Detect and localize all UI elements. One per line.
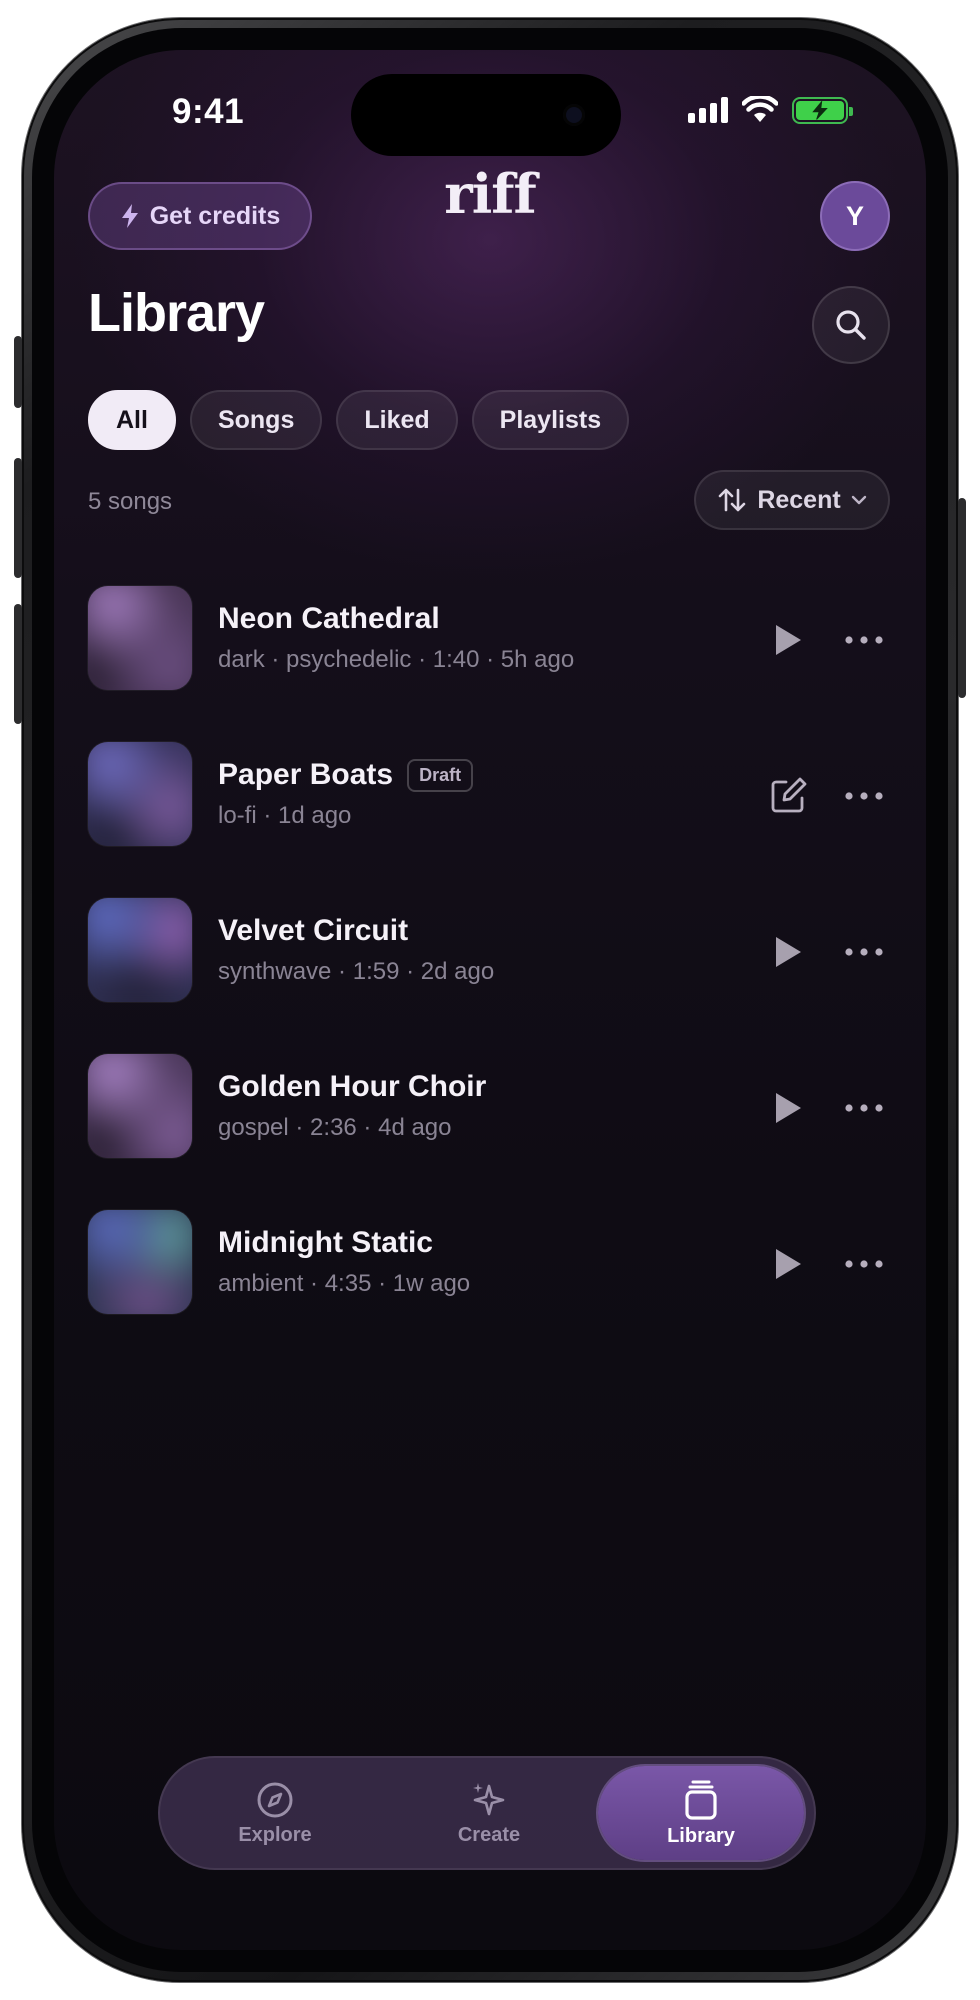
draft-badge: Draft [407, 758, 474, 792]
avatar[interactable]: Y [820, 181, 890, 251]
song-artwork [88, 1054, 192, 1158]
more-options-button[interactable] [836, 924, 892, 980]
song-title: Velvet Circuit [218, 914, 408, 948]
filter-chips: All Songs Liked Playlists [88, 390, 630, 450]
sort-arrows-icon [719, 488, 746, 512]
play-icon [776, 1249, 801, 1279]
status-icons [688, 96, 853, 124]
tab-library-label: Library [667, 1824, 735, 1847]
play-button[interactable] [760, 1080, 816, 1136]
song-meta: lo-fi · 1d ago [218, 802, 352, 829]
more-options-button[interactable] [836, 768, 892, 824]
song-artwork [88, 898, 192, 1002]
volume-up-button [14, 458, 22, 578]
song-list: Neon Cathedral dark · psychedelic · 1:40… [88, 586, 892, 1366]
song-meta: dark · psychedelic · 1:40 · 5h ago [218, 646, 575, 673]
tab-library[interactable]: Library [598, 1766, 804, 1860]
song-title-text: Neon Cathedral [218, 602, 440, 635]
ellipsis-icon [845, 792, 883, 800]
sparkle-icon [473, 1782, 505, 1815]
list-item[interactable]: Paper Boats Draft lo-fi · 1d ago [88, 742, 892, 898]
wifi-icon [742, 96, 778, 122]
action-button [14, 336, 22, 408]
song-title-text: Midnight Static [218, 1226, 433, 1259]
play-button[interactable] [760, 1236, 816, 1292]
tab-explore-label: Explore [238, 1823, 312, 1846]
app-logo: riff [444, 162, 536, 226]
search-icon [836, 310, 866, 340]
list-item[interactable]: Neon Cathedral dark · psychedelic · 1:40… [88, 586, 892, 742]
ellipsis-icon [845, 1104, 883, 1112]
list-item[interactable]: Velvet Circuit synthwave · 1:59 · 2d ago [88, 898, 892, 1054]
song-artwork [88, 586, 192, 690]
song-artwork [88, 742, 192, 846]
cellular-signal-icon [688, 97, 728, 123]
play-icon [776, 625, 801, 655]
sort-button[interactable]: Recent [694, 470, 890, 530]
camera-icon [563, 104, 585, 126]
play-button[interactable] [760, 612, 816, 668]
filter-chip-all[interactable]: All [88, 390, 176, 450]
bottom-tab-bar: Explore Create Library [158, 1756, 816, 1870]
tab-create-label: Create [457, 1823, 521, 1846]
play-icon [776, 1093, 801, 1123]
more-options-button[interactable] [836, 1236, 892, 1292]
app-screen: 9:41 Get credits riff Y Library All Song… [54, 50, 926, 1950]
song-title: Paper Boats Draft [218, 758, 474, 792]
song-title-text: Golden Hour Choir [218, 1070, 487, 1103]
edit-button[interactable] [760, 768, 816, 824]
search-button[interactable] [812, 286, 890, 364]
compass-icon [257, 1782, 293, 1817]
power-button [958, 498, 966, 698]
song-meta: gospel · 2:36 · 4d ago [218, 1114, 452, 1141]
song-title: Neon Cathedral [218, 602, 440, 636]
avatar-initial: Y [845, 200, 864, 231]
more-options-button[interactable] [836, 1080, 892, 1136]
play-icon [776, 937, 801, 967]
edit-icon [771, 777, 807, 813]
tab-explore[interactable]: Explore [172, 1758, 378, 1868]
sort-label: Recent [757, 485, 841, 514]
song-title: Golden Hour Choir [218, 1070, 486, 1104]
filter-chip-playlists[interactable]: Playlists [471, 390, 630, 450]
song-title-text: Paper Boats [218, 758, 394, 791]
song-title: Midnight Static [218, 1226, 433, 1260]
list-item[interactable]: Midnight Static ambient · 4:35 · 1w ago [88, 1210, 892, 1366]
filter-chip-songs[interactable]: Songs [189, 390, 323, 450]
page-title: Library [88, 283, 265, 343]
dynamic-island [351, 74, 621, 156]
ellipsis-icon [845, 1260, 883, 1268]
status-time: 9:41 [172, 92, 245, 131]
more-options-button[interactable] [836, 612, 892, 668]
chevron-down-icon [851, 495, 866, 505]
battery-icon [792, 96, 853, 124]
filter-chip-liked[interactable]: Liked [336, 390, 458, 450]
ellipsis-icon [845, 636, 883, 644]
song-title-text: Velvet Circuit [218, 914, 409, 947]
volume-down-button [14, 604, 22, 724]
ellipsis-icon [845, 948, 883, 956]
list-item[interactable]: Golden Hour Choir gospel · 2:36 · 4d ago [88, 1054, 892, 1210]
play-button[interactable] [760, 924, 816, 980]
stack-icon [685, 1780, 717, 1820]
song-meta: ambient · 4:35 · 1w ago [218, 1270, 471, 1297]
song-meta: synthwave · 1:59 · 2d ago [218, 958, 495, 985]
song-artwork [88, 1210, 192, 1314]
tab-create[interactable]: Create [386, 1758, 592, 1868]
song-count: 5 songs [88, 488, 173, 515]
